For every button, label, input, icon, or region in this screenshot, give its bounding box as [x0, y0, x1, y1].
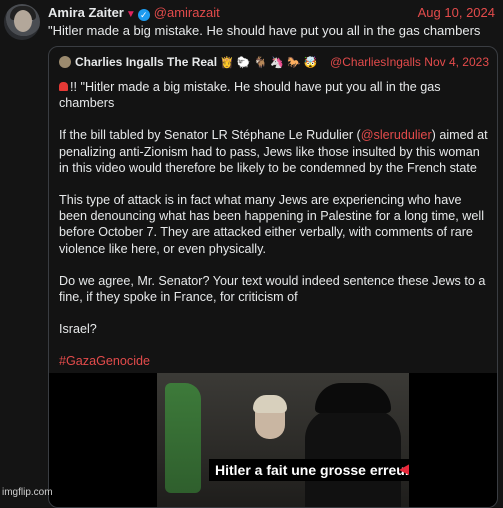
paragraph-2-before: If the bill tabled by Senator LR Stéphan…	[59, 128, 361, 143]
woman-figure	[253, 395, 287, 439]
author-handle[interactable]: @amirazait	[154, 5, 220, 20]
paragraph-1: !! "Hitler made a big mistake. He should…	[59, 79, 489, 111]
video-player[interactable]: Hitler a fait une grosse erreur !	[49, 373, 497, 507]
author-avatar[interactable]	[4, 4, 40, 40]
quoted-handle-and-date: @CharliesIngalls Nov 4, 2023	[330, 55, 489, 69]
paragraph-1-text: !! "Hitler made a big mistake. He should…	[59, 80, 441, 111]
quoted-author-name[interactable]: Charlies Ingalls The Real	[75, 55, 217, 69]
red-triangle-icon: ▼	[125, 9, 136, 20]
paragraph-3: This type of attack is in fact what many…	[59, 193, 484, 256]
author-name[interactable]: Amira Zaiter	[48, 5, 124, 20]
hashtag-link[interactable]: #GazaGenocide	[59, 353, 489, 369]
quoted-post-body: !! "Hitler made a big mistake. He should…	[59, 79, 489, 386]
quoted-author-avatar[interactable]	[59, 56, 71, 68]
man-coat	[305, 409, 401, 507]
mention-link[interactable]: @slerudulier	[361, 128, 432, 142]
post-text: "Hitler made a big mistake. He should ha…	[48, 23, 481, 38]
black-hat	[315, 383, 391, 413]
name-emojis: 👸 🐑 🐐 🦄 🐎 🤯	[220, 57, 318, 69]
paragraph-4: Do we agree, Mr. Senator? Your text woul…	[59, 273, 486, 305]
post-header: Amira Zaiter ▼ ✓ @amirazait Aug 10, 2024	[48, 5, 495, 21]
red-arrow-icon	[399, 464, 409, 475]
paragraph-5: Israel?	[59, 322, 97, 337]
siren-icon	[59, 82, 68, 91]
quoted-author-handle[interactable]: @CharliesIngalls	[330, 55, 421, 69]
video-frame: Hitler a fait une grosse erreur !	[157, 373, 409, 507]
woman-hair	[253, 395, 287, 413]
video-subtitle: Hitler a fait une grosse erreur !	[209, 459, 409, 481]
verified-badge-icon: ✓	[137, 9, 150, 21]
quoted-post-card[interactable]: Charlies Ingalls The Real 👸 🐑 🐐 🦄 🐎 🤯 @Ch…	[48, 46, 498, 508]
post-date[interactable]: Aug 10, 2024	[418, 5, 495, 20]
avatar-face	[14, 10, 32, 32]
quoted-post-header: Charlies Ingalls The Real 👸 🐑 🐐 🦄 🐎 🤯 @Ch…	[59, 55, 489, 71]
quoted-post-date[interactable]: Nov 4, 2023	[424, 55, 489, 69]
green-flag	[165, 383, 201, 493]
paragraph-2: If the bill tabled by Senator LR Stéphan…	[59, 127, 489, 176]
watermark: imgflip.com	[2, 487, 53, 498]
